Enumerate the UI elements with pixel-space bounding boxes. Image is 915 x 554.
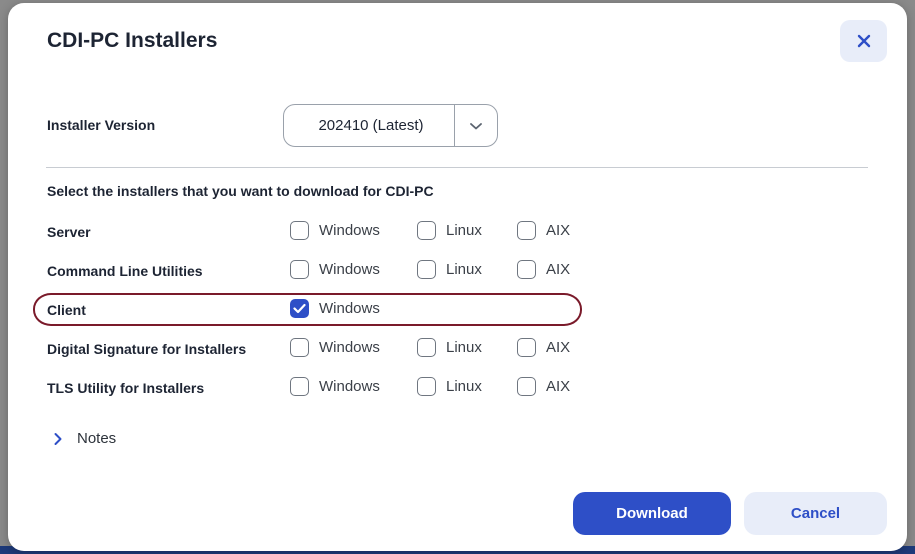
aix-option[interactable]: AIX: [517, 221, 570, 240]
installer-version-value: 202410 (Latest): [318, 117, 424, 134]
section-divider: [46, 167, 868, 168]
linux-checkbox[interactable]: [417, 338, 436, 357]
linux-option[interactable]: Linux: [417, 260, 482, 279]
windows-checkbox[interactable]: [290, 377, 309, 396]
linux-option-label: Linux: [446, 261, 482, 278]
selection-heading: Select the installers that you want to d…: [47, 183, 434, 199]
windows-option-label: Windows: [319, 339, 380, 356]
linux-option[interactable]: Linux: [417, 377, 482, 396]
close-button[interactable]: [840, 20, 887, 62]
close-icon: [857, 34, 870, 48]
linux-option-label: Linux: [446, 378, 482, 395]
installer-row: Command Line Utilities Windows Linux AIX: [47, 260, 607, 282]
windows-checkbox[interactable]: [290, 260, 309, 279]
notes-toggle[interactable]: Notes: [53, 430, 116, 447]
chevron-down-icon: [455, 121, 497, 131]
windows-option[interactable]: Windows: [290, 260, 380, 279]
windows-option-label: Windows: [319, 261, 380, 278]
windows-option-label: Windows: [319, 378, 380, 395]
installer-row: Digital Signature for Installers Windows L…: [47, 338, 607, 360]
windows-checkbox[interactable]: [290, 338, 309, 357]
installer-version-label: Installer Version: [47, 117, 156, 133]
linux-option-label: Linux: [446, 339, 482, 356]
installer-row: TLS Utility for Installers Windows Linux AI…: [47, 377, 607, 399]
installer-version-select[interactable]: 202410 (Latest): [283, 104, 498, 147]
aix-option[interactable]: AIX: [517, 377, 570, 396]
cancel-button[interactable]: Cancel: [744, 492, 887, 535]
linux-checkbox[interactable]: [417, 260, 436, 279]
installer-row-label: Command Line Utilities: [47, 263, 203, 279]
client-row-highlight: [33, 293, 582, 326]
windows-option[interactable]: Windows: [290, 221, 380, 240]
aix-checkbox[interactable]: [517, 338, 536, 357]
installer-row: Server Windows Linux AIX: [47, 221, 607, 243]
aix-checkbox[interactable]: [517, 260, 536, 279]
chevron-right-icon: [54, 432, 62, 445]
windows-checkbox[interactable]: [290, 221, 309, 240]
aix-checkbox[interactable]: [517, 377, 536, 396]
installer-row-label: Server: [47, 224, 91, 240]
installer-row-label: TLS Utility for Installers: [47, 380, 205, 396]
windows-option[interactable]: Windows: [290, 377, 380, 396]
aix-option-label: AIX: [546, 378, 571, 395]
windows-option[interactable]: Windows: [290, 338, 380, 357]
aix-option-label: AIX: [546, 339, 571, 356]
linux-option-label: Linux: [446, 222, 482, 239]
aix-option-label: AIX: [546, 261, 571, 278]
aix-option[interactable]: AIX: [517, 260, 570, 279]
linux-checkbox[interactable]: [417, 377, 436, 396]
installer-row-label: Digital Signature for Installers: [47, 341, 247, 357]
windows-option-label: Windows: [319, 222, 380, 239]
installers-dialog: CDI-PC Installers Installer Version 2024…: [8, 3, 907, 551]
aix-option[interactable]: AIX: [517, 338, 570, 357]
dialog-title: CDI-PC Installers: [47, 29, 218, 52]
linux-option[interactable]: Linux: [417, 221, 482, 240]
linux-checkbox[interactable]: [417, 221, 436, 240]
aix-option-label: AIX: [546, 222, 571, 239]
linux-option[interactable]: Linux: [417, 338, 482, 357]
download-button[interactable]: Download: [573, 492, 731, 535]
notes-label: Notes: [77, 430, 117, 447]
aix-checkbox[interactable]: [517, 221, 536, 240]
